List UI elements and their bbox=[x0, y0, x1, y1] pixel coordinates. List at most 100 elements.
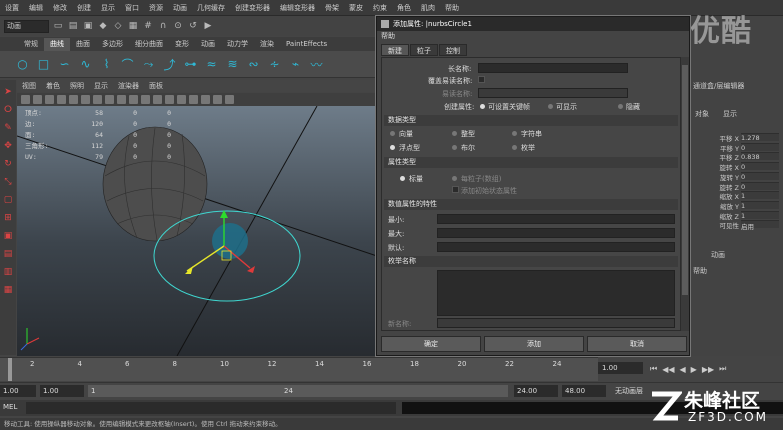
arc-tool-icon[interactable]: ⌒ bbox=[119, 56, 136, 73]
scalar-radio[interactable] bbox=[400, 176, 405, 181]
select-object-icon[interactable]: ◇ bbox=[112, 20, 124, 32]
channel-name[interactable]: 平移 Z bbox=[719, 152, 739, 162]
channel-value[interactable]: 0 bbox=[741, 171, 779, 181]
viewport-menu-item[interactable]: 面板 bbox=[144, 81, 168, 91]
paint-select-icon[interactable]: ✎ bbox=[2, 122, 14, 134]
shelf-tab[interactable]: 渲染 bbox=[254, 38, 280, 51]
layer-help-menu[interactable]: 帮助 bbox=[693, 266, 707, 276]
step-forward-icon[interactable]: ▶▶ bbox=[702, 365, 714, 374]
select-tool-icon[interactable]: ➤ bbox=[2, 86, 14, 98]
render-icon[interactable]: ▶ bbox=[202, 20, 214, 32]
grid-icon[interactable] bbox=[69, 95, 78, 104]
add-button[interactable]: 添加 bbox=[484, 336, 584, 352]
new-name-input[interactable] bbox=[437, 318, 675, 328]
history-icon[interactable]: ↺ bbox=[187, 20, 199, 32]
channel-name[interactable]: 缩放 X bbox=[719, 191, 739, 201]
nurbs-circle-icon[interactable]: ○ bbox=[14, 56, 31, 73]
lights-icon[interactable] bbox=[189, 95, 198, 104]
channel-value[interactable]: 0.838 bbox=[741, 152, 779, 161]
rotate-tool-icon[interactable]: ↻ bbox=[2, 158, 14, 170]
shelf-tab[interactable]: 变形 bbox=[169, 38, 195, 51]
range-start-field[interactable]: 1.00 bbox=[40, 385, 84, 397]
channel-value[interactable]: 1 bbox=[741, 191, 779, 200]
scale-tool-icon[interactable]: ⤡ bbox=[2, 176, 14, 188]
move-tool-icon[interactable]: ✥ bbox=[2, 140, 14, 152]
menu-item[interactable]: 编辑变形器 bbox=[275, 3, 320, 13]
wireframe-icon[interactable] bbox=[153, 95, 162, 104]
mode-dropdown[interactable]: 动画 bbox=[4, 19, 49, 33]
per-particle-radio[interactable] bbox=[452, 176, 457, 181]
maximum-input[interactable] bbox=[437, 228, 675, 238]
tab-new[interactable]: 新建 bbox=[381, 44, 409, 56]
attribute-type-section[interactable]: 属性类型 bbox=[384, 157, 678, 168]
go-to-end-icon[interactable]: ⏭ bbox=[719, 364, 726, 374]
channel-name[interactable]: 旋转 Z bbox=[719, 182, 739, 192]
channel-name[interactable]: 旋转 Y bbox=[720, 172, 739, 182]
cv-curve-icon[interactable]: ∽ bbox=[56, 56, 73, 73]
layout-outliner-icon[interactable]: ▤ bbox=[2, 248, 14, 260]
channel-value[interactable]: 启用 bbox=[741, 220, 779, 231]
shadows-icon[interactable] bbox=[201, 95, 210, 104]
keyable-radio[interactable] bbox=[480, 104, 485, 109]
menu-item[interactable]: 窗口 bbox=[120, 3, 144, 13]
play-forward-icon[interactable]: ▶ bbox=[691, 365, 697, 374]
bookmark-icon[interactable] bbox=[45, 95, 54, 104]
film-gate-icon[interactable] bbox=[81, 95, 90, 104]
shelf-tab[interactable]: PaintEffects bbox=[280, 38, 333, 51]
layer-tab-animation[interactable]: 动画 bbox=[711, 250, 725, 260]
detach-curves-icon[interactable]: ⤴ bbox=[161, 56, 178, 73]
add-initial-state-checkbox[interactable] bbox=[452, 186, 459, 193]
shelf-tab[interactable]: 常规 bbox=[18, 38, 44, 51]
z-axis-arrow[interactable] bbox=[185, 266, 193, 274]
viewport-menu-item[interactable]: 照明 bbox=[65, 81, 89, 91]
shelf-tab[interactable]: 曲线 bbox=[44, 37, 70, 51]
default-input[interactable] bbox=[437, 242, 675, 252]
menu-item[interactable]: 帮助 bbox=[440, 3, 464, 13]
menu-item[interactable]: 几何缓存 bbox=[192, 3, 230, 13]
string-radio[interactable] bbox=[512, 131, 517, 136]
menu-item[interactable]: 设置 bbox=[0, 3, 24, 13]
menu-item[interactable]: 创建变形器 bbox=[230, 3, 275, 13]
time-slider[interactable]: 2 4 6 8 10 12 14 16 18 20 22 24 bbox=[0, 357, 598, 381]
command-input[interactable] bbox=[26, 402, 396, 414]
channel-value[interactable]: 0 bbox=[741, 181, 779, 191]
channel-value[interactable]: 0 bbox=[741, 162, 779, 171]
attach-curves-icon[interactable]: ⤳ bbox=[140, 56, 157, 73]
layout-persp-icon[interactable]: ▣ bbox=[2, 230, 14, 242]
viewport-menu-item[interactable]: 显示 bbox=[89, 81, 113, 91]
channel-value[interactable]: 0 bbox=[741, 142, 779, 152]
safe-action-icon[interactable] bbox=[129, 95, 138, 104]
perspective-viewport[interactable]: 顶点: 58 0 0 边: 120 0 0 面: 64 0 0 三角形: 112 0 0 UV: 79 0 0 bbox=[17, 106, 377, 356]
float-radio[interactable] bbox=[390, 145, 395, 150]
menu-item[interactable]: 肌肉 bbox=[416, 3, 440, 13]
menu-item[interactable]: 骨架 bbox=[320, 3, 344, 13]
rebuild-curve-icon[interactable]: ∾ bbox=[245, 56, 262, 73]
end-time-field[interactable]: 48.00 bbox=[562, 385, 606, 397]
displayable-radio[interactable] bbox=[548, 104, 553, 109]
start-time-field[interactable]: 1.00 bbox=[0, 385, 36, 397]
hidden-radio[interactable] bbox=[618, 104, 623, 109]
menu-item[interactable]: 创建 bbox=[72, 3, 96, 13]
save-scene-icon[interactable]: ▣ bbox=[82, 20, 94, 32]
resolution-gate-icon[interactable] bbox=[93, 95, 102, 104]
channel-name[interactable]: 可见性 bbox=[720, 220, 740, 230]
smooth-shade-icon[interactable] bbox=[165, 95, 174, 104]
pencil-curve-icon[interactable]: ⌇ bbox=[98, 56, 115, 73]
tab-object[interactable]: 对象 bbox=[695, 109, 709, 119]
viewport-menu-item[interactable]: 视图 bbox=[17, 81, 41, 91]
open-scene-icon[interactable]: ▤ bbox=[67, 20, 79, 32]
viewport-menu-item[interactable]: 着色 bbox=[41, 81, 65, 91]
image-plane-icon[interactable] bbox=[57, 95, 66, 104]
shelf-tab[interactable]: 动力学 bbox=[221, 38, 254, 51]
viewport-menu-item[interactable]: 渲染器 bbox=[113, 81, 144, 91]
add-points-icon[interactable]: ∻ bbox=[266, 56, 283, 73]
shelf-tab[interactable]: 多边形 bbox=[96, 38, 129, 51]
layout-graph-icon[interactable]: ▥ bbox=[2, 266, 14, 278]
menu-item[interactable]: 资源 bbox=[144, 3, 168, 13]
enum-names-list[interactable] bbox=[437, 270, 675, 316]
data-type-section[interactable]: 数据类型 bbox=[384, 115, 678, 126]
dialog-title-bar[interactable]: 添加属性: |nurbsCircle1 bbox=[377, 17, 689, 31]
extend-curve-icon[interactable]: ≈ bbox=[203, 56, 220, 73]
channel-value[interactable]: 1.278 bbox=[741, 133, 779, 142]
move-manipulator-center[interactable] bbox=[212, 223, 248, 259]
